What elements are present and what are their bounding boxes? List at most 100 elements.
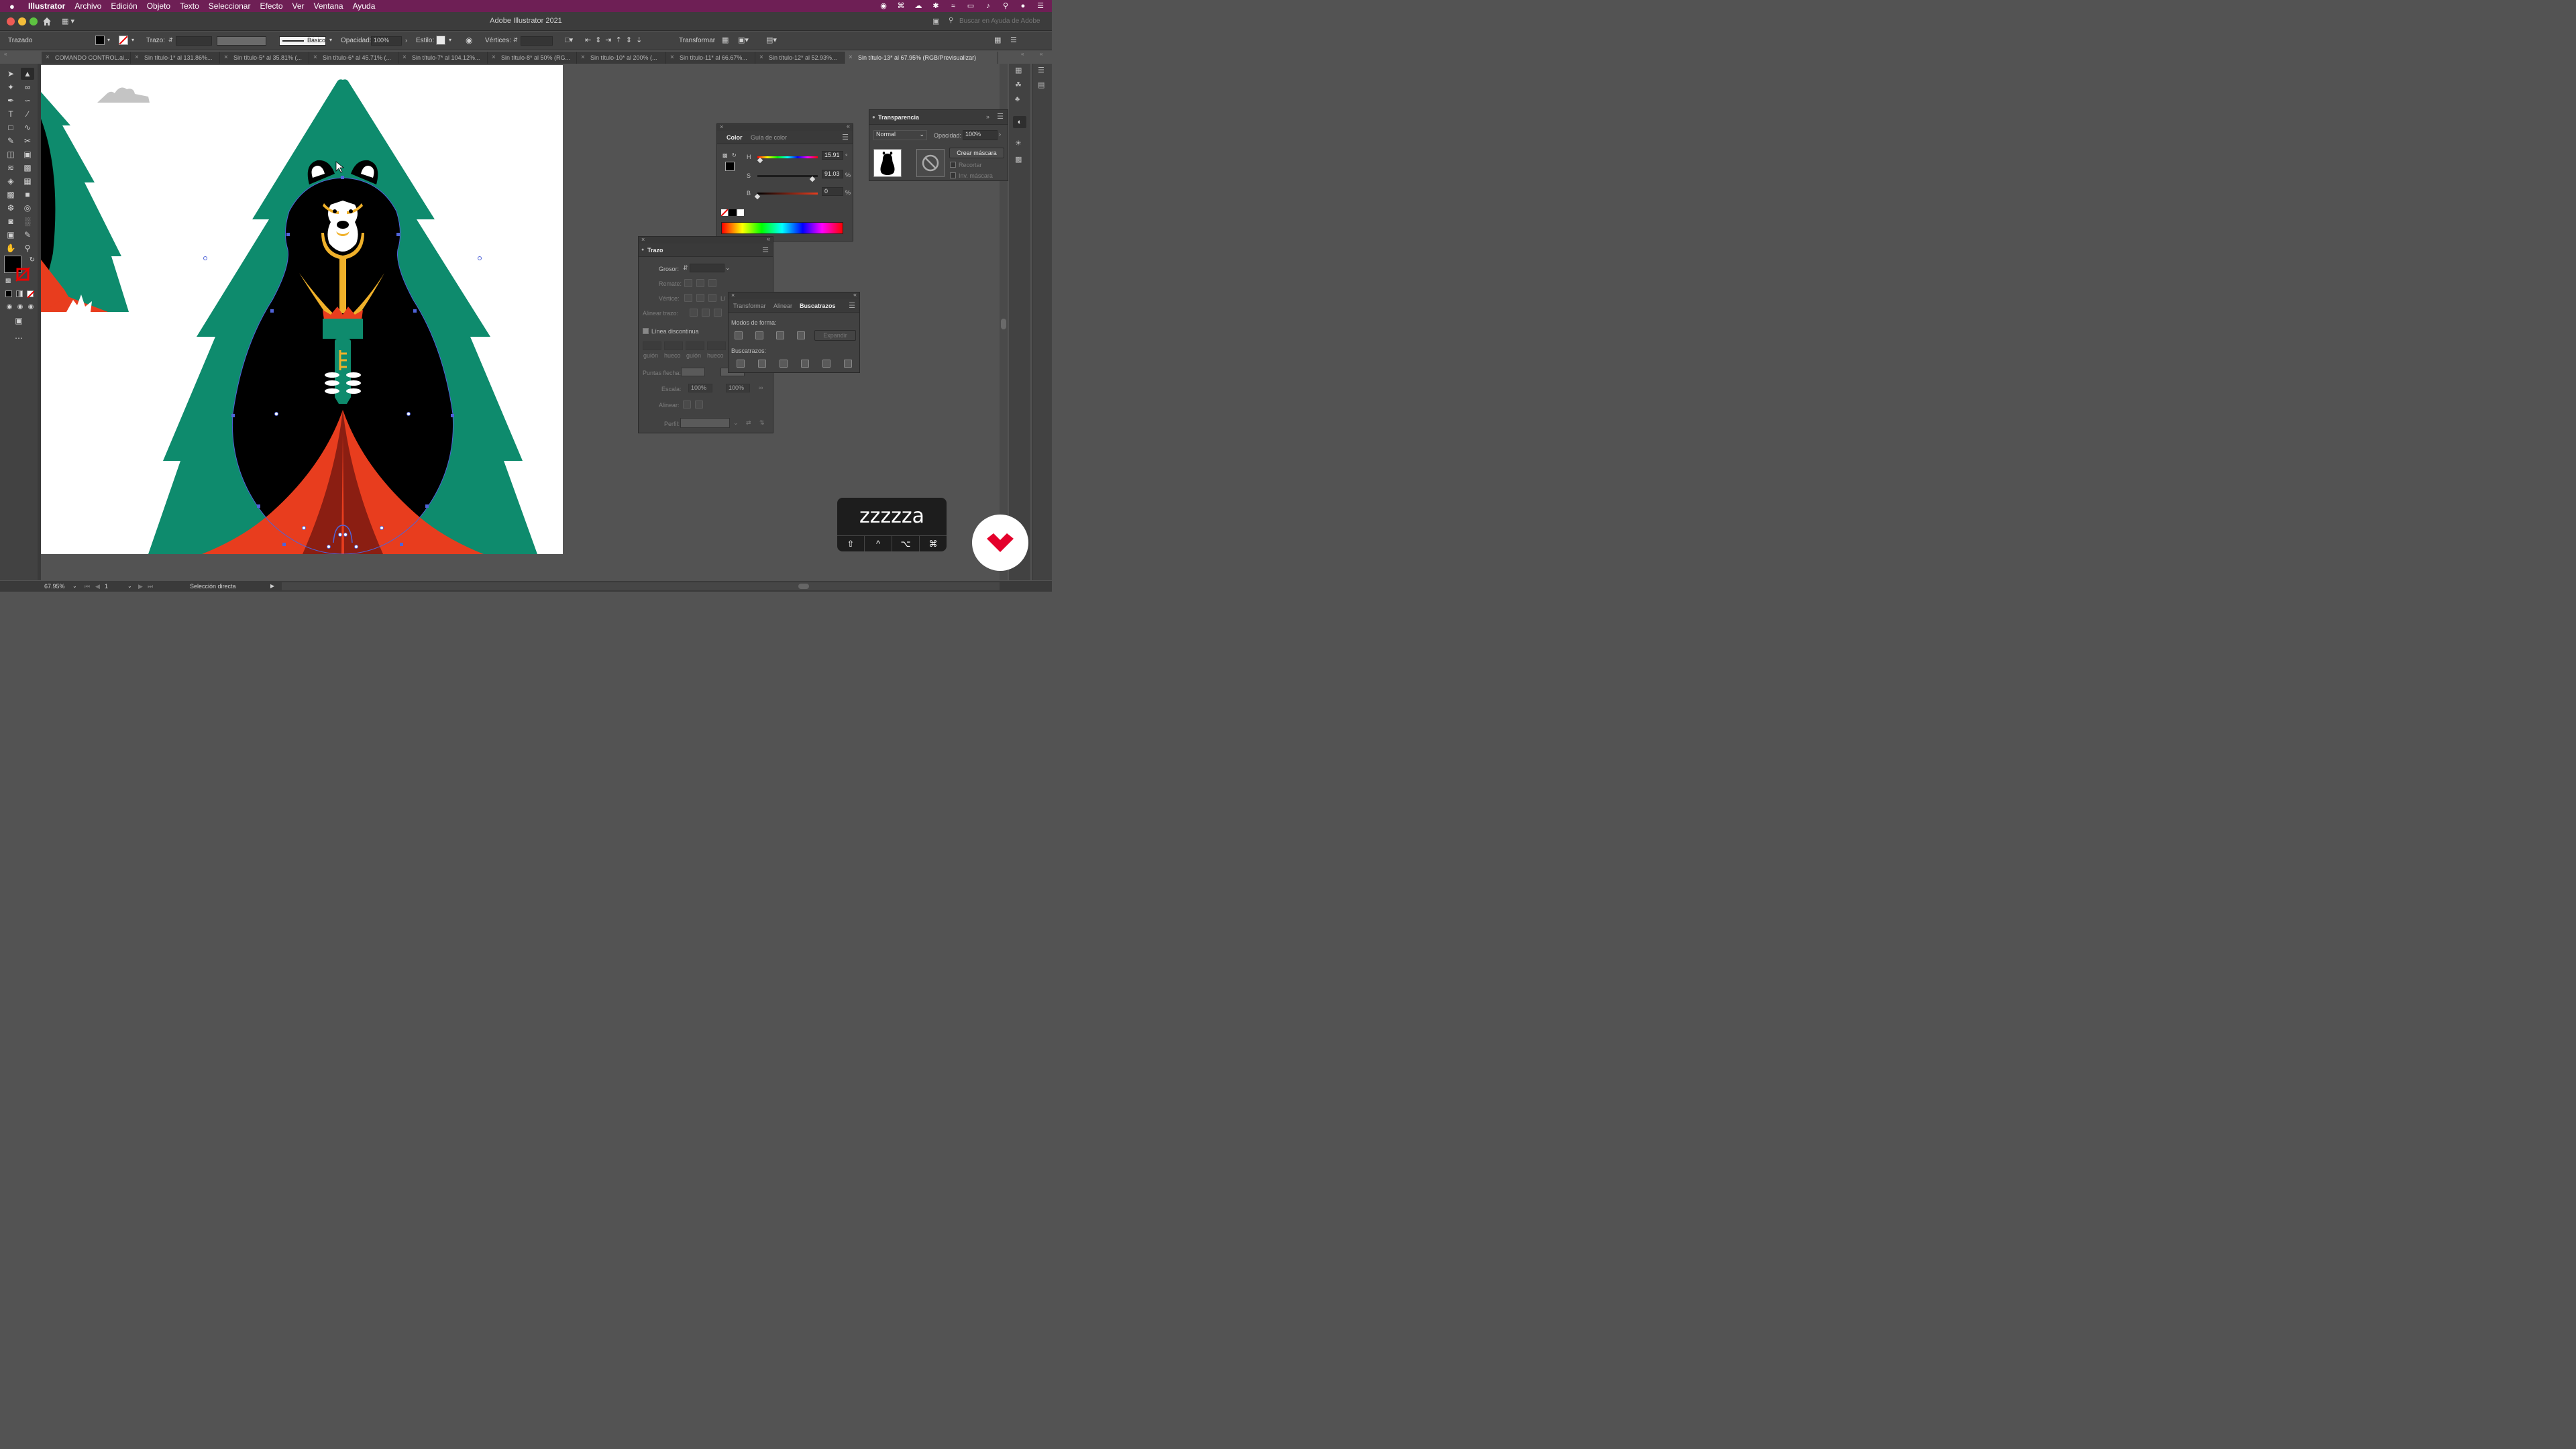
arrow-place-icon[interactable] bbox=[695, 400, 703, 409]
invert-mask-checkbox[interactable] bbox=[950, 172, 956, 178]
arrowhead-start-select[interactable] bbox=[681, 368, 705, 376]
brightness-slider-knob[interactable] bbox=[754, 193, 761, 200]
close-tab-icon[interactable]: × bbox=[492, 52, 496, 64]
recolor-icon[interactable]: ◉ bbox=[466, 36, 472, 45]
panel-menu-icon[interactable]: ☰ bbox=[849, 301, 855, 310]
fill-swatch[interactable] bbox=[95, 36, 105, 45]
paintbrush-tool[interactable]: ∿ bbox=[21, 121, 34, 133]
trim-icon[interactable] bbox=[758, 360, 766, 368]
eyedropper-tool[interactable]: ❆ bbox=[4, 202, 17, 214]
stroke-weight-field[interactable] bbox=[176, 36, 212, 46]
magic-wand-tool[interactable]: ✦ bbox=[4, 81, 17, 93]
panel-menu-icon[interactable]: ☰ bbox=[1010, 36, 1017, 44]
properties-icon[interactable]: ☰ bbox=[1038, 66, 1044, 74]
doc-tab-active[interactable]: × Sin título-13* al 67.95% (RGB/Previsual… bbox=[845, 52, 998, 64]
doc-tab[interactable]: × COMANDO CONTROL.ai... bbox=[42, 52, 131, 64]
blend-tool[interactable]: ◎ bbox=[21, 202, 34, 214]
align-inside-icon[interactable] bbox=[702, 309, 710, 317]
minus-front-icon[interactable] bbox=[755, 331, 763, 339]
vertical-scroll-thumb[interactable] bbox=[1001, 319, 1006, 329]
screen-mode-icon[interactable]: ▣ bbox=[12, 315, 25, 327]
close-panel-icon[interactable]: × bbox=[731, 292, 735, 299]
doc-tab[interactable]: × Sin título-6* al 45.71% (... bbox=[309, 52, 398, 64]
crop-icon[interactable] bbox=[801, 360, 809, 368]
color-fill-swatch[interactable] bbox=[725, 162, 735, 171]
cloud-icon[interactable]: ☁ bbox=[914, 2, 923, 10]
draw-inside-icon[interactable]: ◉ bbox=[24, 301, 38, 313]
doc-tab[interactable]: × Sin título-11* al 66.67%... bbox=[666, 52, 755, 64]
align-center-icon[interactable] bbox=[690, 309, 698, 317]
perspective-grid-tool[interactable]: ▦ bbox=[21, 175, 34, 187]
menu-ver[interactable]: Ver bbox=[292, 1, 305, 11]
saturation-field[interactable]: 91.03 bbox=[822, 170, 843, 178]
direct-selection-tool[interactable]: ▲ bbox=[21, 68, 34, 80]
menu-ventana[interactable]: Ventana bbox=[314, 1, 343, 11]
scissors-tool[interactable]: ✂ bbox=[21, 135, 34, 147]
type-tool[interactable]: T bbox=[4, 108, 17, 120]
weight-dropdown-icon[interactable]: ⌄ bbox=[725, 264, 731, 272]
profile-dropdown-icon[interactable]: ⌄ bbox=[733, 419, 739, 427]
stroke-tab[interactable]: Trazo bbox=[647, 247, 663, 254]
rectangle-tool[interactable]: □ bbox=[4, 121, 17, 133]
black-swatch[interactable] bbox=[729, 209, 736, 216]
collapse-panel-icon[interactable]: « bbox=[847, 123, 850, 129]
white-swatch[interactable] bbox=[737, 209, 744, 216]
control-center-icon[interactable]: ☰ bbox=[1036, 2, 1045, 10]
stroke-weight-stepper[interactable]: ⇵ bbox=[168, 37, 173, 43]
swap-colors-icon[interactable]: ↻ bbox=[25, 254, 39, 266]
arrow-scale-start[interactable]: 100% bbox=[688, 384, 712, 392]
reflect-tool[interactable]: ◫ bbox=[4, 148, 17, 160]
artboard[interactable] bbox=[41, 65, 563, 554]
pathfinder-tab[interactable]: Buscatrazos bbox=[800, 303, 836, 309]
exclude-icon[interactable] bbox=[797, 331, 805, 339]
color-tab[interactable]: Color bbox=[727, 134, 743, 141]
edit-toolbar-icon[interactable]: ⋯ bbox=[12, 332, 25, 344]
curvature-tool[interactable]: ∽ bbox=[21, 95, 34, 107]
command-icon[interactable]: ⌘ bbox=[896, 2, 906, 10]
butt-cap-icon[interactable] bbox=[684, 279, 692, 287]
miter-join-icon[interactable] bbox=[684, 294, 692, 302]
shape-options-icon[interactable]: ▤▾ bbox=[766, 36, 777, 44]
wifi-icon[interactable]: ≈ bbox=[949, 2, 958, 10]
hue-field[interactable]: 15.91 bbox=[822, 151, 843, 160]
divide-icon[interactable] bbox=[737, 360, 745, 368]
swap-fill-stroke-icon[interactable]: ↻ bbox=[732, 152, 737, 158]
close-tab-icon[interactable]: × bbox=[402, 52, 407, 64]
appearance-icon[interactable]: ☀ bbox=[1015, 139, 1022, 148]
flip-horizontal-icon[interactable]: ⇄ bbox=[746, 419, 751, 427]
current-tool-status[interactable]: Selección directa bbox=[190, 583, 236, 590]
doc-tab[interactable]: × Sin título-1* al 131.86%... bbox=[131, 52, 220, 64]
close-tab-icon[interactable]: × bbox=[581, 52, 585, 64]
libraries-icon[interactable]: ▦ bbox=[1015, 66, 1022, 74]
weight-field[interactable] bbox=[690, 264, 724, 272]
arrange-docs-icon[interactable]: ▣ bbox=[932, 17, 939, 25]
round-cap-icon[interactable] bbox=[696, 279, 704, 287]
brightness-field[interactable]: 0 bbox=[822, 187, 843, 196]
siri-icon[interactable]: ● bbox=[1018, 2, 1028, 10]
profile-select[interactable] bbox=[680, 418, 730, 428]
outline-icon[interactable] bbox=[822, 360, 830, 368]
expand-button[interactable]: Expandir bbox=[814, 330, 856, 341]
doc-tab[interactable]: × Sin título-8* al 50% (RG... bbox=[488, 52, 577, 64]
apple-icon[interactable]: ● bbox=[9, 1, 21, 11]
volume-icon[interactable]: ♪ bbox=[983, 2, 993, 10]
close-tab-icon[interactable]: × bbox=[224, 52, 228, 64]
close-panel-icon[interactable]: × bbox=[720, 123, 723, 130]
gap-field-2[interactable] bbox=[707, 341, 726, 350]
zoom-dropdown-icon[interactable]: ⌄ bbox=[72, 583, 77, 589]
doc-tab[interactable]: × Sin título-7* al 104.12%... bbox=[398, 52, 488, 64]
link-scale-icon[interactable]: ∞ bbox=[759, 384, 763, 391]
graph-tool[interactable]: ░ bbox=[21, 215, 34, 227]
dash-field-2[interactable] bbox=[686, 341, 704, 350]
stroke-dropdown-icon[interactable]: ▾ bbox=[131, 37, 134, 43]
layers-icon[interactable]: ▤ bbox=[1038, 80, 1044, 89]
doc-tab[interactable]: × Sin título-12* al 52.93%... bbox=[755, 52, 845, 64]
dashed-line-checkbox[interactable] bbox=[643, 328, 649, 334]
close-tab-icon[interactable]: × bbox=[759, 52, 763, 64]
expand-panel-icon[interactable]: » bbox=[986, 113, 989, 120]
collapse-panel-icon[interactable]: « bbox=[767, 235, 770, 242]
vertices-field[interactable] bbox=[521, 36, 553, 46]
slice-tool[interactable]: ✎ bbox=[21, 229, 34, 241]
artboard-tool[interactable]: ▣ bbox=[4, 229, 17, 241]
bevel-join-icon[interactable] bbox=[708, 294, 716, 302]
